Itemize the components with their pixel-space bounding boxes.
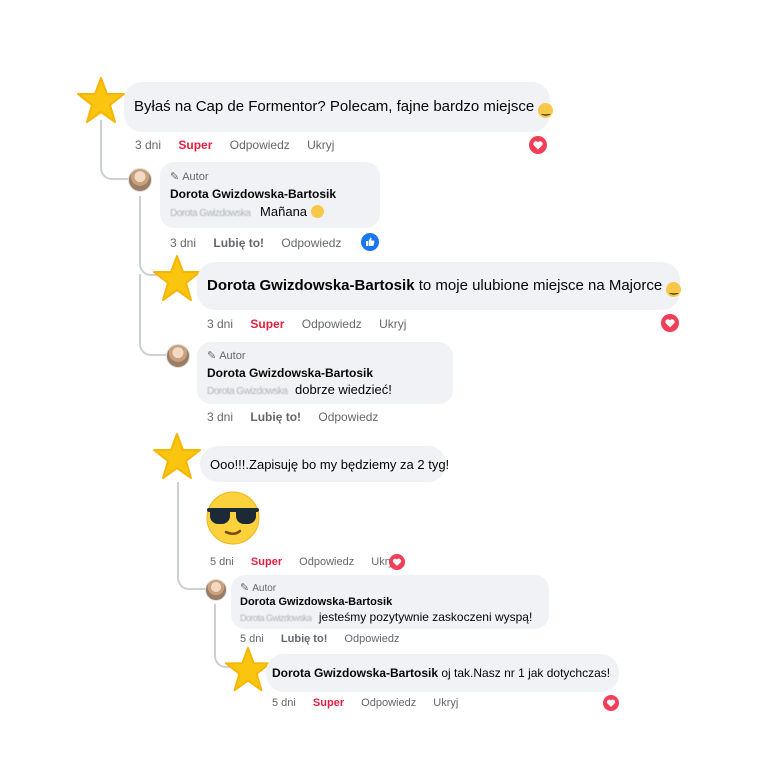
avatar[interactable] (205, 579, 227, 601)
comment-text: Byłaś na Cap de Formentor? Polecam, fajn… (134, 98, 535, 115)
comment-bubble: Dorota Gwizdowska-Bartosik oj tak.Nasz n… (266, 654, 619, 692)
comment-text: to moje ulubione miejsce na Majorce (418, 277, 663, 294)
star-icon (153, 433, 201, 479)
react-super-button[interactable]: Super (178, 138, 212, 152)
react-super-button[interactable]: Super (250, 317, 284, 331)
react-like-button[interactable]: Lubię to! (250, 410, 301, 424)
mentioned-name-blurred: Dorota Gwizdowska (207, 386, 288, 397)
reply-button[interactable]: Odpowiedz (302, 317, 362, 331)
love-heart-icon (661, 314, 679, 332)
reply-button[interactable]: Odpowiedz (299, 556, 354, 568)
author-badge: Autor (182, 171, 209, 183)
thread-line (177, 482, 205, 590)
comment-text: jesteśmy pozytywnie zaskoczeni wyspą! (318, 610, 533, 624)
love-heart-icon (529, 136, 547, 154)
timestamp: 5 dni (210, 556, 234, 568)
pencil-icon: ✎ (207, 350, 217, 362)
star-icon (77, 77, 125, 123)
comment-bubble: ✎ Autor Dorota Gwizdowska-Bartosik Dorota… (231, 575, 549, 629)
react-super-button[interactable]: Super (251, 556, 282, 568)
like-thumb-icon (361, 233, 379, 251)
hide-button[interactable]: Ukryj (433, 697, 458, 709)
comment-bubble: ✎ Autor Dorota Gwizdowska-Bartosik Dorota… (197, 342, 453, 404)
timestamp: 3 dni (207, 317, 234, 331)
commenter-name[interactable]: Dorota Gwizdowska-Bartosik (272, 666, 438, 680)
comment-text: Mañana (260, 204, 308, 219)
react-like-button[interactable]: Lubię to! (281, 633, 327, 645)
reply-button[interactable]: Odpowiedz (318, 410, 378, 424)
react-super-button[interactable]: Super (313, 697, 344, 709)
star-icon (153, 255, 201, 301)
timestamp: 5 dni (272, 697, 296, 709)
comment-bubble: Byłaś na Cap de Formentor? Polecam, fajn… (124, 82, 554, 132)
hide-button[interactable]: Ukryj (379, 317, 406, 331)
comment-bubble: ✎ Autor Dorota Gwizdowska-Bartosik Dorota… (160, 162, 380, 228)
author-badge: Autor (219, 350, 246, 362)
commenter-name[interactable]: Dorota Gwizdowska-Bartosik (170, 187, 336, 201)
comment-bubble: Dorota Gwizdowska-Bartosik to moje ulubi… (197, 262, 682, 310)
smile-emoji-icon: ‿ (538, 103, 554, 118)
commenter-name[interactable]: Dorota Gwizdowska-Bartosik (207, 277, 415, 294)
author-badge: Autor (252, 583, 277, 594)
sunglasses-emoji (206, 491, 260, 545)
mentioned-name-blurred: Dorota Gwizdowska (240, 613, 312, 623)
timestamp: 5 dni (240, 633, 264, 645)
react-like-button[interactable]: Lubię to! (213, 236, 264, 250)
reply-button[interactable]: Odpowiedz (230, 138, 290, 152)
comment-text: dobrze wiedzieć! (295, 382, 392, 397)
avatar[interactable] (166, 344, 190, 368)
reply-button[interactable]: Odpowiedz (344, 633, 399, 645)
reply-button[interactable]: Odpowiedz (281, 236, 341, 250)
star-icon (224, 646, 272, 692)
thread-line (100, 120, 130, 180)
hide-button[interactable]: Ukryj (307, 138, 334, 152)
timestamp: 3 dni (135, 138, 162, 152)
avatar[interactable] (128, 168, 152, 192)
pencil-icon: ✎ (240, 582, 250, 594)
smile-emoji-icon: ‿ (666, 282, 682, 297)
comment-text: Ooo!!!.Zapisuję bo my będziemy za 2 tyg! (210, 457, 450, 472)
laughing-emoji-icon (310, 205, 324, 218)
reply-button[interactable]: Odpowiedz (361, 697, 416, 709)
timestamp: 3 dni (170, 236, 197, 250)
comment-bubble: Ooo!!!.Zapisuję bo my będziemy za 2 tyg! (200, 446, 450, 482)
love-heart-icon (603, 695, 619, 711)
comment-text: oj tak.Nasz nr 1 jak dotychczas! (441, 666, 611, 680)
commenter-name[interactable]: Dorota Gwizdowska-Bartosik (240, 596, 392, 608)
pencil-icon: ✎ (170, 171, 180, 183)
timestamp: 3 dni (207, 410, 234, 424)
commenter-name[interactable]: Dorota Gwizdowska-Bartosik (207, 366, 373, 380)
mentioned-name-blurred: Dorota Gwizdowska (170, 208, 251, 219)
love-heart-icon (389, 554, 405, 570)
